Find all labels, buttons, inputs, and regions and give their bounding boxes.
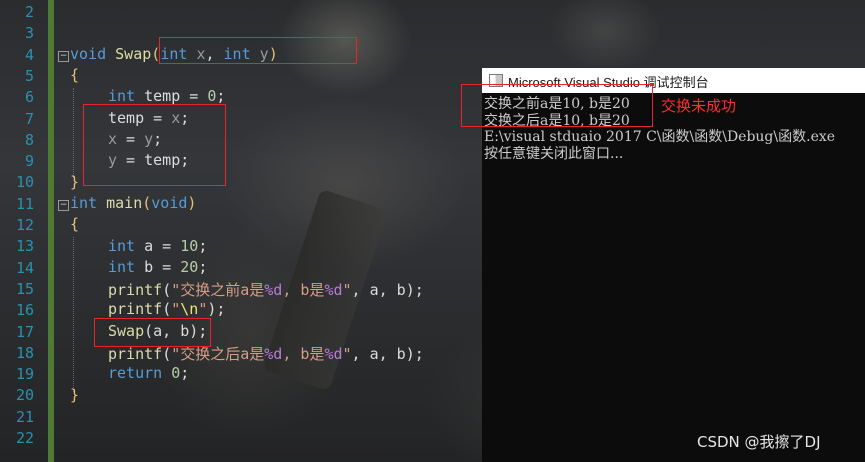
collapse-icon[interactable]: − <box>58 51 69 62</box>
line-number-gutter: 2 3 4 5 6 7 8 9 10 11 12 13 14 15 16 17 … <box>0 0 48 462</box>
line-number: 16 <box>15 301 34 320</box>
output-highlight-box <box>461 84 653 127</box>
line-number: 12 <box>15 216 34 234</box>
swap-call-highlight-box <box>94 318 211 347</box>
line-number: 22 <box>15 429 34 447</box>
failure-annotation: 交换未成功 <box>661 97 737 115</box>
line-number: 8 <box>24 130 34 149</box>
console-line: 按任意键关闭此窗口... <box>484 145 624 162</box>
line-number: 7 <box>24 109 34 128</box>
line-number: 18 <box>15 343 34 362</box>
line-number: 2 <box>24 3 34 21</box>
line-number: 17 <box>15 322 34 341</box>
csdn-watermark: CSDN @我擦了DJ <box>697 433 821 451</box>
code-line-11[interactable]: int main(void) <box>70 194 196 212</box>
debug-console-window[interactable]: Microsoft Visual Studio 调试控制台 交换之前a是10, … <box>482 68 865 462</box>
code-line-10[interactable]: } <box>70 173 79 191</box>
swap-body-highlight-box <box>83 104 226 186</box>
line-number: 6 <box>24 88 34 107</box>
indent-guide <box>73 237 74 392</box>
indent-guide <box>73 88 74 178</box>
line-number: 19 <box>15 365 34 384</box>
code-line-5[interactable]: { <box>70 66 79 84</box>
line-number: 14 <box>15 258 34 277</box>
console-line: E:\visual stduaio 2017 C\函数\函数\Debug\函数.… <box>484 129 836 145</box>
code-line-16[interactable]: printf("\n"); <box>108 300 225 318</box>
line-number: 21 <box>15 407 34 426</box>
code-line-6[interactable]: int temp = 0; <box>108 87 225 105</box>
line-number: 11 <box>15 194 34 213</box>
line-number: 9 <box>24 152 34 171</box>
code-line-13[interactable]: int a = 10; <box>108 237 207 255</box>
line-number: 4 <box>24 45 34 64</box>
line-number: 20 <box>15 386 34 405</box>
code-line-12[interactable]: { <box>70 215 79 233</box>
line-number: 13 <box>15 237 34 256</box>
line-number: 10 <box>15 173 34 192</box>
collapse-icon[interactable]: − <box>58 200 69 211</box>
line-number: 15 <box>15 279 34 298</box>
code-line-19[interactable]: return 0; <box>108 364 189 382</box>
code-line-20[interactable]: } <box>70 386 79 404</box>
line-number: 3 <box>24 24 34 43</box>
change-tracking-bar <box>48 0 54 462</box>
params-highlight-box <box>159 37 357 64</box>
code-line-15[interactable]: printf("交换之前a是%d, b是%d", a, b); <box>108 279 424 300</box>
code-line-14[interactable]: int b = 20; <box>108 258 207 276</box>
line-number: 5 <box>24 66 34 85</box>
